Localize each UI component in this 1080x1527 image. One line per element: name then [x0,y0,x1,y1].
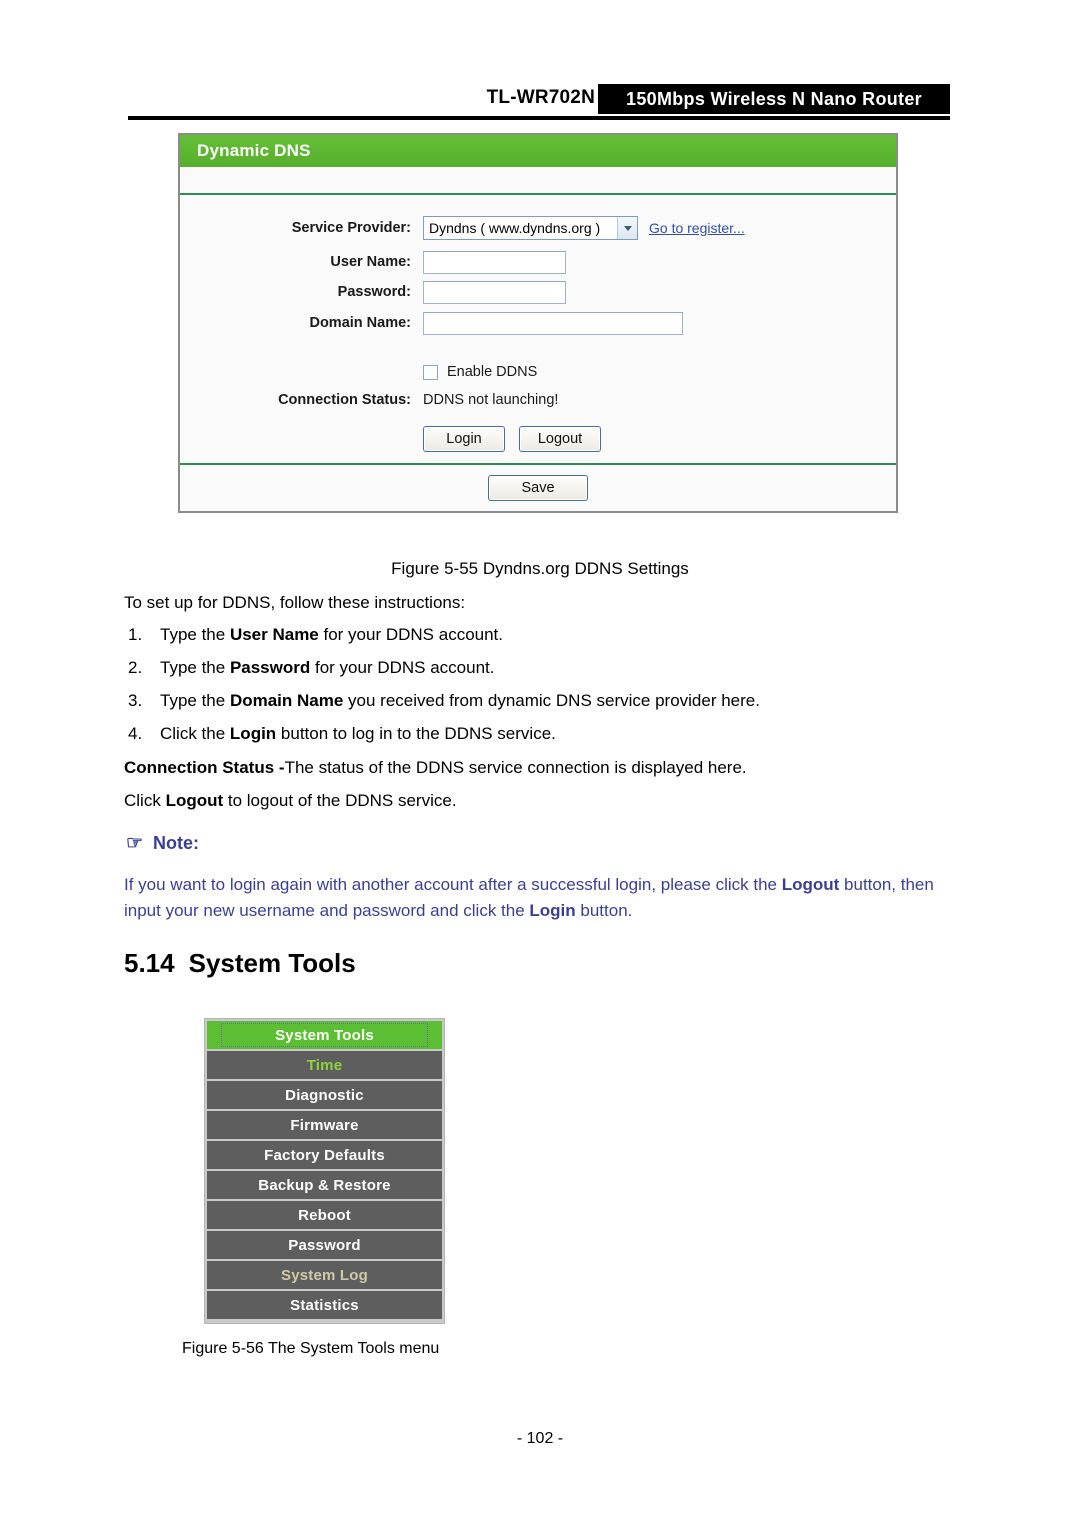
password-label: Password: [337,284,411,300]
note-heading-label: Note: [153,833,200,853]
sidebar-item-label: Diagnostic [285,1086,364,1104]
instruction-4-number: 4. [128,724,143,743]
note-body: If you want to login again with another … [124,875,934,920]
document-page: TL-WR702N 150Mbps Wireless N Nano Router… [0,0,1080,1527]
connection-status-term: Connection Status - [124,758,285,777]
panel-subbar [180,167,896,195]
domain-name-row: Domain Name: [180,307,896,339]
sidebar-item-reboot[interactable]: Reboot [207,1201,442,1229]
page-title: System Tools [188,948,356,978]
sidebar-item-system-tools[interactable]: System Tools [207,1021,442,1049]
chevron-down-icon[interactable] [617,217,637,239]
header-product-banner: 150Mbps Wireless N Nano Router [598,84,950,114]
sidebar-item-system-log[interactable]: System Log [207,1261,442,1289]
password-row: Password: [180,277,896,307]
login-button[interactable]: Login [423,426,505,452]
password-input[interactable] [423,280,566,304]
enable-ddns-label: Enable DDNS [447,364,538,380]
intro-paragraph: To set up for DDNS, follow these instruc… [124,592,465,613]
instruction-2-number: 2. [128,658,143,677]
sidebar-item-label: Backup & Restore [258,1176,391,1194]
connection-status-paragraph: Connection Status -The status of the DDN… [124,757,747,778]
instruction-2-text: Type the Password for your DDNS account. [160,658,495,677]
service-provider-label: Service Provider: [291,220,411,236]
save-button[interactable]: Save [488,475,588,501]
instruction-3-text: Type the Domain Name you received from d… [160,691,760,710]
logout-button[interactable]: Logout [519,426,601,452]
sidebar-item-label: System Tools [275,1026,374,1044]
enable-ddns-checkbox-group[interactable]: Enable DDNS [423,364,537,380]
connection-status-desc: The status of the DDNS service connectio… [284,758,747,777]
sidebar-item-label: System Log [280,1266,369,1284]
section-heading-5-14: 5.14 System Tools [124,948,356,979]
instruction-1-text: Type the User Name for your DDNS account… [160,625,504,644]
login-logout-row: Login Logout [180,415,896,463]
user-name-row: User Name: [180,247,896,277]
sidebar-item-password[interactable]: Password [207,1231,442,1259]
connection-status-row: Connection Status: DDNS not launching! [180,385,896,415]
panel-title: Dynamic DNS [197,141,311,160]
section-number: 5.14 [124,948,175,978]
sidebar-item-label: Statistics [290,1296,359,1314]
sidebar-item-label: Factory Defaults [264,1146,385,1164]
sidebar-item-label: Time [306,1056,343,1074]
service-provider-selected-value: Dyndns ( www.dyndns.org ) [429,220,601,236]
sidebar-item-label: Password [288,1236,361,1254]
domain-name-label: Domain Name: [309,315,411,331]
user-name-label: User Name: [330,254,411,270]
sidebar-item-backup-restore[interactable]: Backup & Restore [207,1171,442,1199]
panel-titlebar: Dynamic DNS [180,135,896,167]
logout-paragraph: Click Logout to logout of the DDNS servi… [124,791,457,810]
instruction-item-1: 1. Type the User Name for your DDNS acco… [128,625,503,645]
instruction-item-2: 2. Type the Password for your DDNS accou… [128,658,495,678]
sidebar-item-statistics[interactable]: Statistics [207,1291,442,1319]
connection-status-value: DDNS not launching! [423,392,559,408]
instruction-item-3: 3. Type the Domain Name you received fro… [128,691,760,711]
instruction-3-number: 3. [128,691,143,710]
header-divider-rule [128,116,950,120]
instruction-1-number: 1. [128,625,143,644]
service-provider-select[interactable]: Dyndns ( www.dyndns.org ) [423,216,638,240]
user-name-input[interactable] [423,250,566,274]
service-provider-row: Service Provider: Dyndns ( www.dyndns.or… [180,195,896,247]
page-header: TL-WR702N 150Mbps Wireless N Nano Router [128,84,950,116]
panel-footer: Save [180,463,896,511]
sidebar-item-diagnostic[interactable]: Diagnostic [207,1081,442,1109]
domain-name-input[interactable] [423,311,683,335]
sidebar-item-label: Firmware [290,1116,359,1134]
sidebar-item-factory-defaults[interactable]: Factory Defaults [207,1141,442,1169]
header-model-name: TL-WR702N [486,87,595,108]
enable-ddns-checkbox[interactable] [423,364,438,380]
hand-pointing-right-icon: ☞ [126,833,144,854]
system-tools-menu: System Tools Time Diagnostic Firmware Fa… [204,1018,445,1324]
enable-ddns-row: Enable DDNS [180,339,896,385]
dynamic-dns-panel: Dynamic DNS Service Provider: Dyndns ( w… [178,133,898,513]
sidebar-item-firmware[interactable]: Firmware [207,1111,442,1139]
sidebar-item-time[interactable]: Time [207,1051,442,1079]
connection-status-label: Connection Status: [278,392,411,408]
instruction-4-text: Click the Login button to log in to the … [160,724,556,743]
sidebar-item-label: Reboot [298,1206,351,1224]
panel-body: Service Provider: Dyndns ( www.dyndns.or… [180,195,896,463]
go-to-register-link[interactable]: Go to register... [649,220,745,236]
figure-5-56-caption: Figure 5-56 The System Tools menu [182,1340,440,1357]
instruction-item-4: 4. Click the Login button to log in to t… [128,724,556,744]
page-number-footer: - 102 - [516,1430,564,1447]
intro-text: To set up for DDNS, follow these instruc… [124,593,466,612]
figure-5-55-caption: Figure 5-55 Dyndns.org DDNS Settings [391,559,689,578]
note-heading: ☞ Note: [126,833,199,854]
